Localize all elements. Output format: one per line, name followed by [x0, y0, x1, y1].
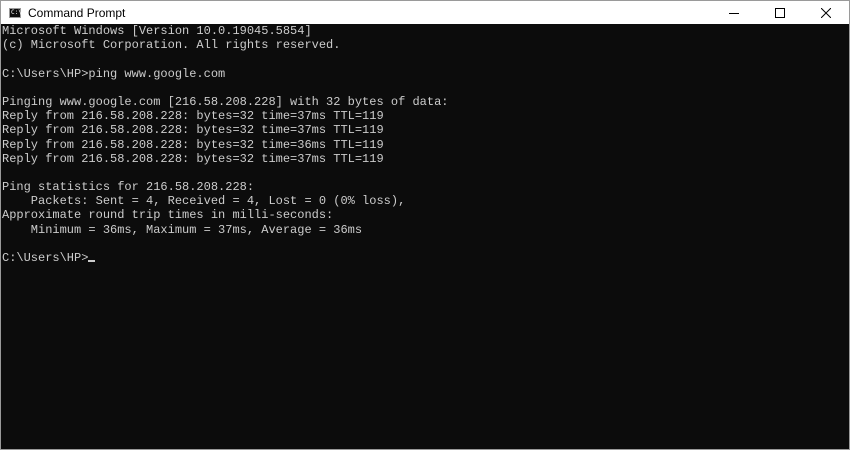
- close-button[interactable]: [803, 1, 849, 24]
- command-prompt-icon: C:\: [9, 7, 22, 18]
- console-line: Reply from 216.58.208.228: bytes=32 time…: [2, 109, 384, 124]
- console-line: Ping statistics for 216.58.208.228:: [2, 180, 255, 195]
- text-cursor: [88, 260, 96, 262]
- maximize-icon: [775, 7, 785, 18]
- command-prompt-icon-glyph: C:\: [11, 8, 22, 16]
- console-line: Microsoft Windows [Version 10.0.19045.58…: [2, 24, 312, 38]
- maximize-button[interactable]: [757, 1, 803, 24]
- console-line: Approximate round trip times in milli-se…: [2, 208, 334, 223]
- console-line: Reply from 216.58.208.228: bytes=32 time…: [2, 123, 384, 138]
- prompt-line[interactable]: C:\Users\HP>: [1, 251, 849, 265]
- console-line: Minimum = 36ms, Maximum = 37ms, Average …: [2, 222, 363, 237]
- window-title: Command Prompt: [28, 5, 126, 20]
- console-output[interactable]: Microsoft Windows [Version 10.0.19045.58…: [1, 24, 849, 449]
- console-line: Reply from 216.58.208.228: bytes=32 time…: [2, 151, 384, 166]
- console-line: Reply from 216.58.208.228: bytes=32 time…: [2, 137, 384, 152]
- console-line: Pinging www.google.com [216.58.208.228] …: [2, 94, 449, 109]
- minimize-button[interactable]: [711, 1, 757, 24]
- console-line: Packets: Sent = 4, Received = 4, Lost = …: [2, 194, 406, 209]
- console-line: (c) Microsoft Corporation. All rights re…: [2, 38, 341, 53]
- command-prompt: C:\Users\HP>: [2, 251, 89, 265]
- command-prompt-window: C:\ Command Prompt Microsoft Windows [Ve…: [0, 0, 850, 450]
- minimize-icon: [729, 12, 739, 14]
- close-icon: [821, 7, 831, 18]
- console-line: C:\Users\HP>ping www.google.com: [2, 66, 226, 81]
- title-bar[interactable]: C:\ Command Prompt: [1, 1, 849, 24]
- window-controls: [711, 1, 849, 24]
